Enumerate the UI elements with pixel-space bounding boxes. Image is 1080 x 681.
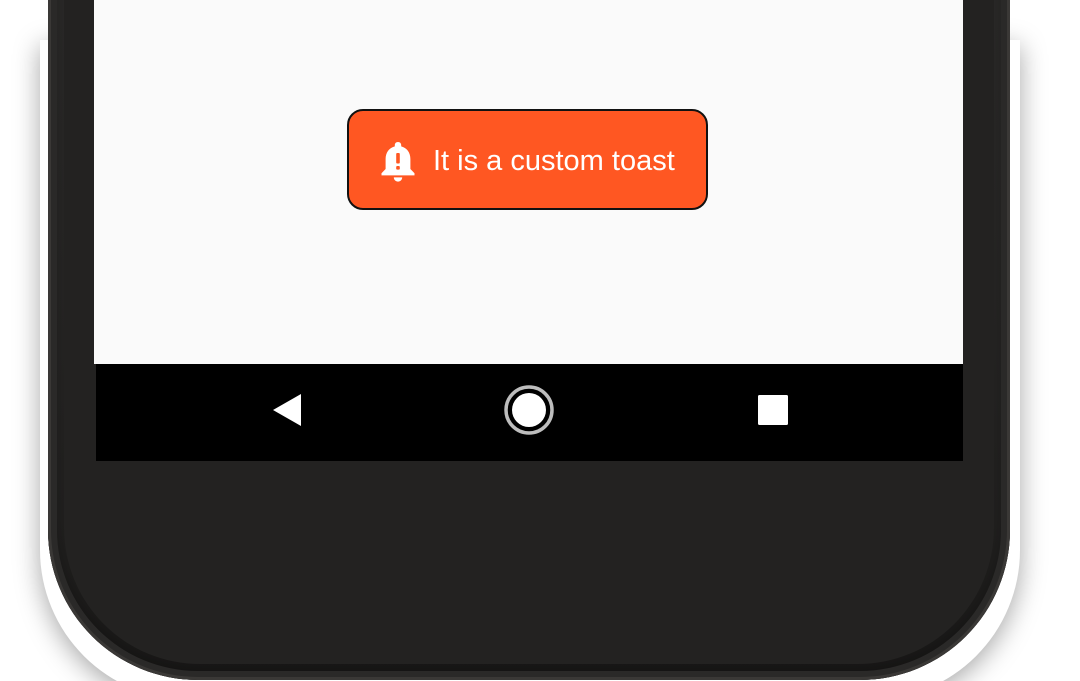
bell-alert-icon: [379, 140, 417, 182]
device-frame: It is a custom toast: [0, 0, 1080, 681]
toast-message: It is a custom toast: [433, 145, 675, 177]
navigation-bar: [96, 364, 963, 461]
back-button[interactable]: [257, 382, 317, 442]
home-button[interactable]: [499, 382, 559, 442]
back-triangle-icon: [270, 392, 304, 433]
recents-square-icon: [756, 393, 790, 432]
recents-button[interactable]: [743, 382, 803, 442]
custom-toast: It is a custom toast: [347, 109, 708, 210]
home-circle-icon: [503, 384, 555, 441]
app-screen: It is a custom toast: [94, 0, 963, 364]
